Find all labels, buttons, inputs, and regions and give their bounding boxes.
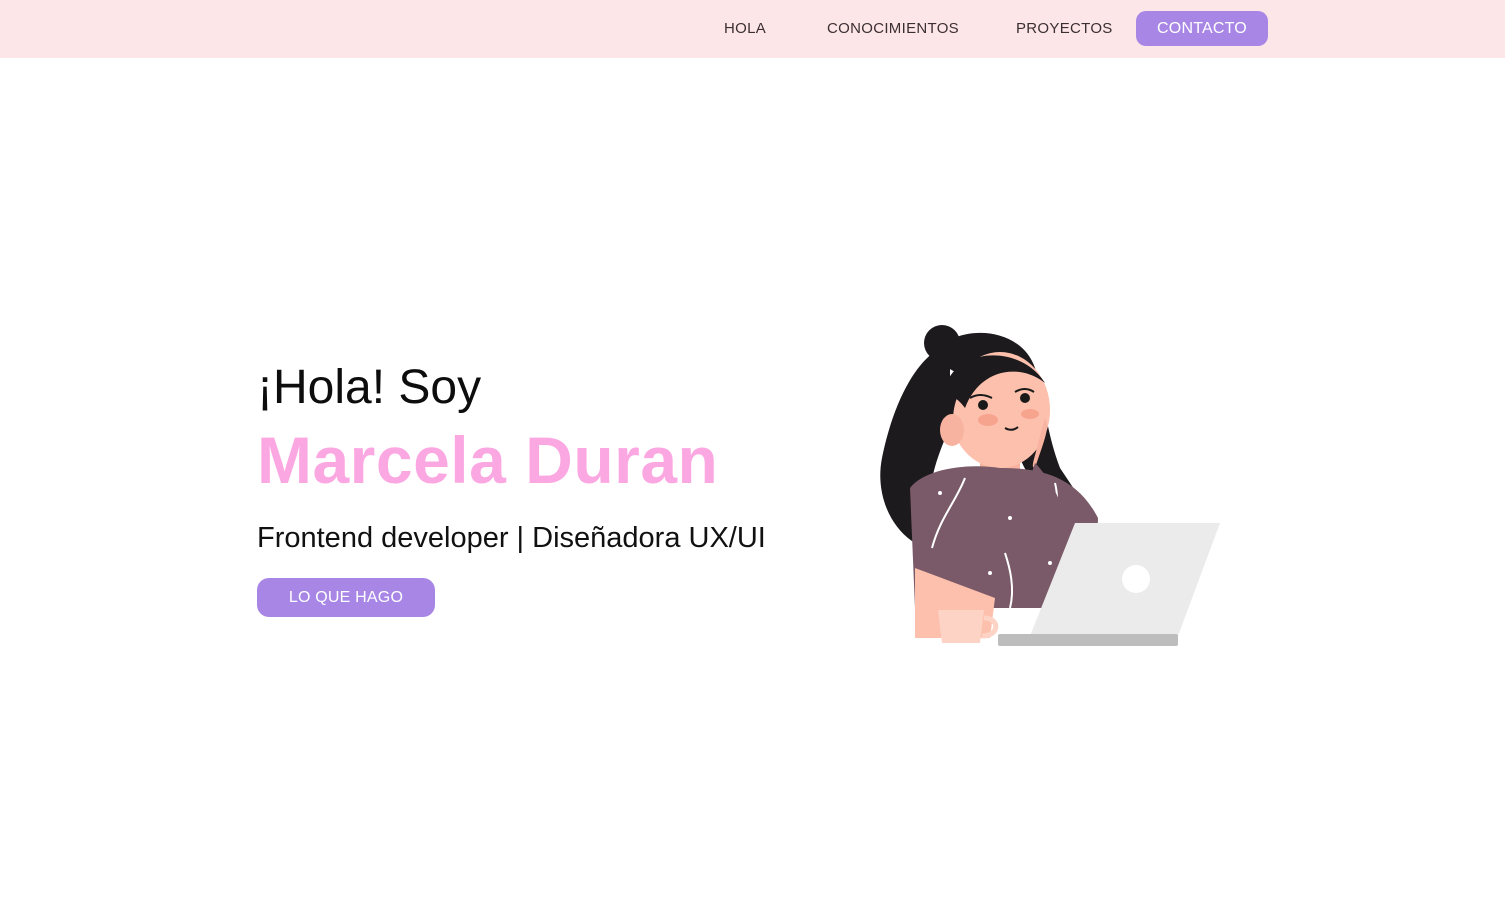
nav-link-hola[interactable]: HOLA <box>724 20 766 37</box>
top-navbar: HOLA CONOCIMIENTOS PROYECTOS CONTACTO <box>0 0 1505 58</box>
woman-with-laptop-illustration <box>880 325 1220 646</box>
hero-role: Frontend developer | Diseñadora UX/UI <box>257 522 766 554</box>
hero-greeting: ¡Hola! Soy <box>257 361 482 414</box>
contact-button[interactable]: CONTACTO <box>1136 11 1268 46</box>
lo-que-hago-button[interactable]: LO QUE HAGO <box>257 578 435 617</box>
hero-name: Marcela Duran <box>257 423 719 497</box>
nav-link-proyectos[interactable]: PROYECTOS <box>1016 20 1113 37</box>
nav-link-conocimientos[interactable]: CONOCIMIENTOS <box>827 20 959 37</box>
